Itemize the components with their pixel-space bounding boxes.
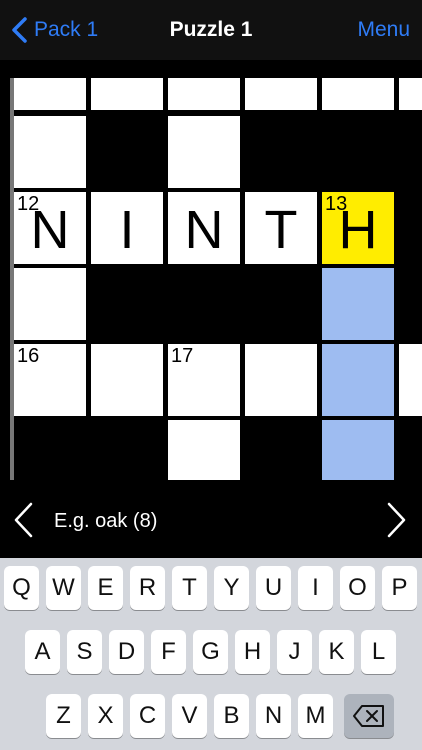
key-x[interactable]: X xyxy=(88,694,123,738)
grid-cell[interactable] xyxy=(91,344,163,416)
clue-number: 16 xyxy=(17,345,40,367)
key-g[interactable]: G xyxy=(193,630,228,674)
key-p[interactable]: P xyxy=(382,566,417,610)
key-v[interactable]: V xyxy=(172,694,207,738)
scroll-indicator xyxy=(10,78,14,480)
key-n[interactable]: N xyxy=(256,694,291,738)
key-r[interactable]: R xyxy=(130,566,165,610)
grid-cell[interactable] xyxy=(399,344,422,416)
key-k[interactable]: K xyxy=(319,630,354,674)
grid-cell[interactable] xyxy=(168,116,240,188)
key-c[interactable]: C xyxy=(130,694,165,738)
cell-letter: T xyxy=(264,200,298,260)
key-q[interactable]: Q xyxy=(4,566,39,610)
grid-cell[interactable]: T xyxy=(245,192,317,264)
grid-cell-active-word[interactable] xyxy=(322,268,394,340)
key-o[interactable]: O xyxy=(340,566,375,610)
clue-text: E.g. oak (8) xyxy=(54,510,158,532)
key-w[interactable]: W xyxy=(46,566,81,610)
key-u[interactable]: U xyxy=(256,566,291,610)
key-d[interactable]: D xyxy=(109,630,144,674)
key-j[interactable]: J xyxy=(277,630,312,674)
grid-cell[interactable] xyxy=(168,78,240,110)
grid-cell[interactable] xyxy=(14,268,86,340)
grid-cell[interactable] xyxy=(91,78,163,110)
key-z[interactable]: Z xyxy=(46,694,81,738)
navigation-bar: Pack 1 Puzzle 1 Menu xyxy=(0,0,422,60)
key-l[interactable]: L xyxy=(361,630,396,674)
grid-cell[interactable] xyxy=(245,344,317,416)
grid-cell[interactable]: 16 xyxy=(14,344,86,416)
keyboard: Q W E R T Y U I O P A S D F G H J K L Z … xyxy=(0,558,422,750)
grid-cell[interactable]: I xyxy=(91,192,163,264)
grid-cell[interactable] xyxy=(399,78,422,110)
grid-cell[interactable] xyxy=(14,78,86,110)
grid-cell[interactable] xyxy=(245,78,317,110)
grid-cell[interactable]: 12 N xyxy=(14,192,86,264)
crossword-grid: 12 N I N T 13 H 16 17 xyxy=(10,78,422,480)
key-s[interactable]: S xyxy=(67,630,102,674)
cell-letter: I xyxy=(119,200,135,260)
key-y[interactable]: Y xyxy=(214,566,249,610)
grid-cell-active-word[interactable] xyxy=(322,344,394,416)
key-t[interactable]: T xyxy=(172,566,207,610)
cell-letter: H xyxy=(338,200,378,260)
key-b[interactable]: B xyxy=(214,694,249,738)
grid-cell[interactable] xyxy=(168,420,240,480)
cell-letter: N xyxy=(30,200,70,260)
clue-number: 17 xyxy=(171,345,194,367)
grid-cell-active-word[interactable] xyxy=(322,420,394,480)
grid-cell[interactable] xyxy=(14,116,86,188)
delete-key[interactable] xyxy=(344,694,394,738)
key-i[interactable]: I xyxy=(298,566,333,610)
backspace-icon xyxy=(353,705,384,727)
key-h[interactable]: H xyxy=(235,630,270,674)
next-clue-button[interactable] xyxy=(386,502,408,538)
key-m[interactable]: M xyxy=(298,694,333,738)
key-e[interactable]: E xyxy=(88,566,123,610)
clue-bar: E.g. oak (8) xyxy=(0,480,422,558)
grid-cell[interactable] xyxy=(322,78,394,110)
grid-cell[interactable]: 17 xyxy=(168,344,240,416)
key-f[interactable]: F xyxy=(151,630,186,674)
key-a[interactable]: A xyxy=(25,630,60,674)
cell-letter: N xyxy=(184,200,224,260)
grid-cell[interactable]: N xyxy=(168,192,240,264)
menu-button[interactable]: Menu xyxy=(357,18,410,42)
previous-clue-button[interactable] xyxy=(12,502,34,538)
grid-cell-selected[interactable]: 13 H xyxy=(322,192,394,264)
